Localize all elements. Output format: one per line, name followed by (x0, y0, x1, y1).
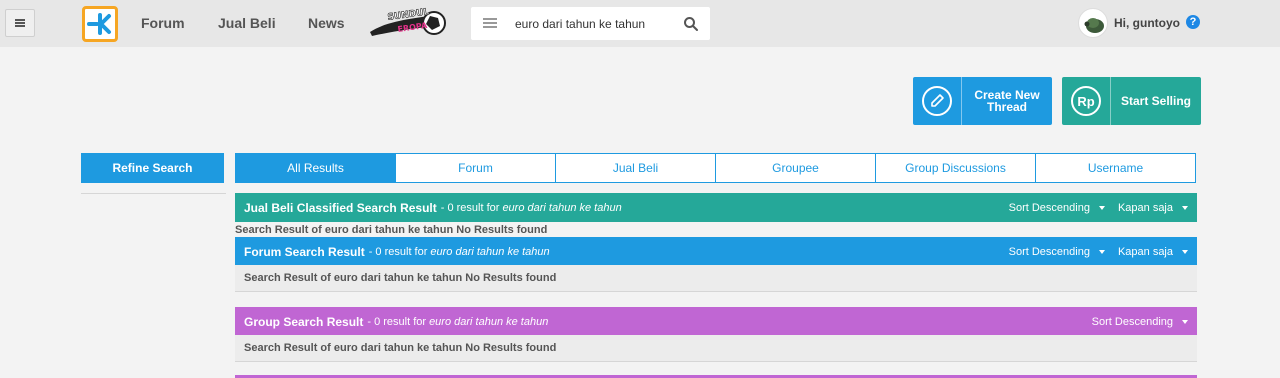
jual-beli-result-header: Jual Beli Classified Search Result - 0 r… (235, 193, 1197, 222)
sort-dropdown[interactable]: Sort Descending (1009, 202, 1105, 214)
rupiah-icon: Rp (1062, 77, 1111, 125)
result-query: euro dari tahun ke tahun (502, 201, 622, 214)
hamburger-menu-button[interactable] (5, 9, 35, 37)
time-label: Kapan saja (1117, 245, 1173, 258)
group-no-results: Search Result of euro dari tahun ke tahu… (235, 335, 1197, 362)
result-query: euro dari tahun ke tahun (430, 245, 550, 258)
tab-jual-beli[interactable]: Jual Beli (556, 154, 716, 182)
sidebar-divider (81, 193, 226, 194)
chevron-down-icon (1098, 206, 1105, 210)
result-query: euro dari tahun ke tahun (429, 315, 549, 328)
chevron-down-icon (1182, 320, 1188, 324)
group-result-header: Group Search Result - 0 result for euro … (235, 307, 1197, 336)
nav-news-link[interactable]: News (308, 15, 345, 31)
sort-dropdown[interactable]: Sort Descending (1009, 246, 1105, 258)
result-count: - 0 result for (367, 315, 427, 328)
nav-forum-link[interactable]: Forum (141, 15, 185, 31)
menu-icon (15, 19, 25, 27)
sundul-eropa-promo-logo[interactable]: SUNDUL EROPA (368, 6, 448, 40)
top-navbar: Forum Jual Beli News SUNDUL EROPA Hi, gu… (0, 0, 1280, 47)
avatar[interactable] (1078, 8, 1108, 38)
result-count: - 0 result for (440, 201, 500, 214)
tab-forum[interactable]: Forum (396, 154, 556, 182)
nav-jual-beli-link[interactable]: Jual Beli (218, 15, 276, 31)
time-label: Kapan saja (1117, 201, 1173, 214)
search-box (471, 7, 710, 40)
sort-label: Sort Descending (1008, 201, 1090, 214)
rupiah-symbol: Rp (1077, 94, 1094, 109)
kaskus-logo-icon[interactable] (82, 6, 118, 42)
sort-label: Sort Descending (1091, 315, 1173, 328)
chevron-down-icon (1098, 250, 1105, 254)
section-title: Group Search Result (244, 314, 364, 329)
search-input[interactable] (515, 7, 675, 40)
search-category-menu-icon[interactable] (483, 18, 497, 28)
time-filter-dropdown[interactable]: Kapan saja (1118, 202, 1188, 214)
result-tabs: All Results Forum Jual Beli Groupee Grou… (235, 153, 1196, 183)
sort-dropdown[interactable]: Sort Descending (1092, 316, 1188, 328)
no-results-text: Search Result of euro dari tahun ke tahu… (244, 272, 557, 284)
tab-all-results[interactable]: All Results (236, 154, 396, 182)
help-icon[interactable]: ? (1186, 15, 1200, 29)
forum-result-header: Forum Search Result - 0 result for euro … (235, 237, 1197, 266)
result-count: - 0 result for (368, 245, 428, 258)
jual-beli-no-results: Search Result of euro dari tahun ke tahu… (235, 224, 548, 236)
refine-search-button[interactable]: Refine Search (81, 153, 224, 183)
sort-label: Sort Descending (1008, 245, 1090, 258)
tab-group-discussions[interactable]: Group Discussions (876, 154, 1036, 182)
start-selling-button[interactable]: Rp Start Selling (1062, 77, 1201, 125)
tab-groupee[interactable]: Groupee (716, 154, 876, 182)
chevron-down-icon (1182, 206, 1188, 210)
search-icon[interactable] (683, 16, 699, 32)
create-thread-button[interactable]: Create New Thread (913, 77, 1052, 125)
pencil-icon (913, 77, 962, 125)
start-selling-label: Start Selling (1120, 94, 1191, 108)
chevron-down-icon (1182, 250, 1188, 254)
section-title: Jual Beli Classified Search Result (244, 200, 437, 215)
user-greeting[interactable]: Hi, guntoyo (1114, 16, 1180, 30)
no-results-text: Search Result of euro dari tahun ke tahu… (244, 342, 557, 354)
tab-username[interactable]: Username (1036, 154, 1195, 182)
section-title: Forum Search Result (244, 244, 365, 259)
time-filter-dropdown[interactable]: Kapan saja (1118, 246, 1188, 258)
forum-no-results: Search Result of euro dari tahun ke tahu… (235, 265, 1197, 292)
create-thread-label: Create New Thread (974, 88, 1040, 114)
